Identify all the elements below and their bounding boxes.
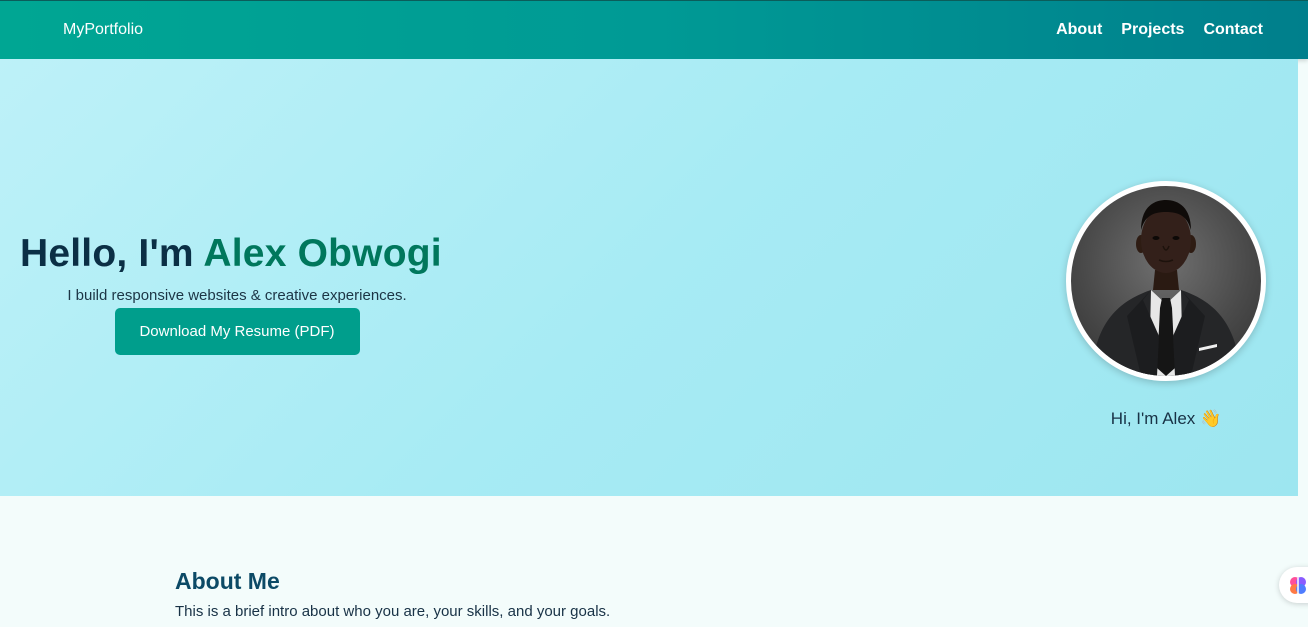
- nav-link-about[interactable]: About: [1056, 21, 1102, 39]
- download-resume-button[interactable]: Download My Resume (PDF): [114, 308, 360, 355]
- brand-logo-link[interactable]: MyPortfolio: [63, 21, 143, 39]
- hero-title-name: Alex Obwogi: [203, 232, 442, 275]
- hero-subtitle: I build responsive websites & creative e…: [67, 287, 407, 304]
- about-text: This is a brief intro about who you are,…: [175, 603, 611, 620]
- profile-card: Hi, I'm Alex 👋: [1066, 181, 1266, 429]
- nav-link-contact[interactable]: Contact: [1203, 21, 1263, 39]
- navbar: MyPortfolio About Projects Contact: [0, 0, 1308, 59]
- profile-photo: [1066, 181, 1266, 381]
- brain-icon: [1290, 577, 1306, 594]
- hero-title: Hello, I'm Alex Obwogi: [20, 232, 454, 276]
- profile-greeting: Hi, I'm Alex 👋: [1110, 409, 1222, 428]
- nav-links: About Projects Contact: [1056, 21, 1263, 39]
- nav-link-projects[interactable]: Projects: [1121, 21, 1184, 39]
- person-photo-icon: [1091, 200, 1241, 376]
- about-section: About Me This is a brief intro about who…: [175, 568, 610, 620]
- floating-extension-button[interactable]: [1279, 567, 1308, 603]
- hero-section: Hello, I'm Alex Obwogi I build responsiv…: [0, 59, 1298, 496]
- hero-text: Hello, I'm Alex Obwogi I build responsiv…: [20, 232, 454, 355]
- hero-title-prefix: Hello, I'm: [20, 232, 204, 275]
- about-title: About Me: [175, 568, 280, 594]
